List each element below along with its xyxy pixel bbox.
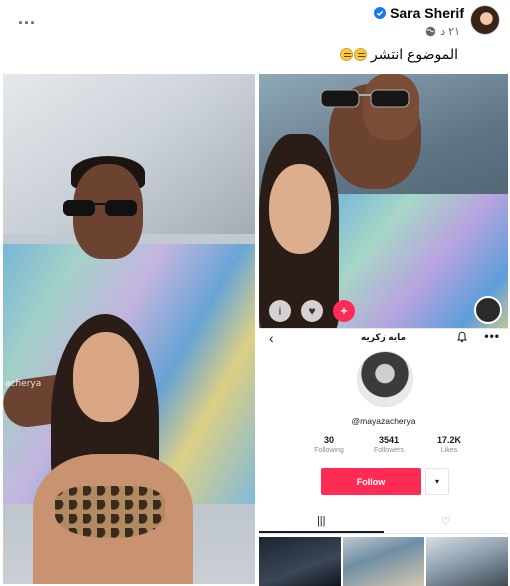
tab-liked[interactable]: ♡	[384, 510, 509, 533]
info-icon[interactable]: i	[269, 300, 291, 322]
tiktok-stats: 30 Following 3541 Followers 17.2K Likes	[299, 435, 479, 454]
tiktok-video-grid	[259, 537, 509, 586]
author-line: Sara Sherif	[374, 5, 464, 21]
verified-badge-icon	[374, 7, 387, 19]
photo-left[interactable]: acherya	[3, 74, 255, 584]
photo-right-top[interactable]: i ♥ +	[259, 74, 508, 328]
author-name[interactable]: Sara Sherif	[390, 5, 464, 21]
tiktok-topbar: ‹ مايه زكريه •••	[259, 329, 508, 347]
add-icon[interactable]: +	[333, 300, 355, 322]
tiktok-avatar[interactable]	[357, 351, 413, 407]
post-body: الموضوع انتشر	[370, 46, 458, 62]
follow-button[interactable]: Follow	[321, 468, 421, 495]
tiktok-handle: @mayazacherya	[351, 416, 416, 426]
story-actions: i ♥ +	[269, 300, 355, 322]
bell-icon[interactable]	[456, 331, 468, 343]
author-avatar[interactable]	[470, 5, 500, 35]
video-thumbnail[interactable]	[259, 537, 341, 586]
stat-likes[interactable]: 17.2K Likes	[419, 435, 479, 454]
heart-icon: ♡	[440, 516, 451, 528]
photo-watermark: acherya	[5, 379, 42, 389]
photo-woman-face	[73, 332, 139, 422]
globe-icon	[425, 26, 436, 37]
post-more-button[interactable]: ...	[18, 8, 36, 29]
photo-woman-face	[269, 164, 331, 254]
tiktok-tabs: ||| ♡	[259, 510, 508, 534]
suggested-dropdown-button[interactable]: ▾	[425, 468, 449, 495]
stat-value: 30	[323, 435, 334, 445]
stat-label: Likes	[440, 447, 458, 454]
video-thumbnail[interactable]	[342, 537, 425, 586]
stat-value: 3541	[378, 435, 400, 445]
stat-followers[interactable]: 3541 Followers	[359, 435, 419, 454]
sunglasses-icon	[320, 89, 410, 108]
more-icon[interactable]: •••	[484, 329, 500, 343]
stat-label: Followers	[374, 447, 404, 454]
story-avatar[interactable]	[474, 296, 502, 324]
tiktok-profile: ‹ مايه زكريه ••• @mayazacherya 30 Follow…	[259, 328, 509, 586]
post-meta: ٢١ د	[425, 25, 460, 38]
post-header: ... Sara Sherif ٢١ د الموضوع انتشر	[0, 0, 510, 72]
tab-videos[interactable]: |||	[259, 510, 384, 533]
post-time[interactable]: ٢١ د	[440, 25, 460, 38]
heart-icon[interactable]: ♥	[301, 300, 323, 322]
tiktok-display-name: مايه زكريه	[360, 332, 407, 342]
weary-face-emoji	[340, 48, 354, 61]
grid-icon: |||	[316, 514, 326, 527]
weary-face-emoji	[354, 48, 368, 61]
sunglasses-icon	[63, 200, 137, 216]
stat-label: Following	[314, 447, 344, 454]
photo-woman-top	[55, 486, 165, 538]
post-text: الموضوع انتشر	[339, 46, 458, 63]
video-thumbnail[interactable]	[426, 537, 509, 586]
stat-following[interactable]: 30 Following	[299, 435, 359, 454]
stat-value: 17.2K	[436, 435, 462, 445]
